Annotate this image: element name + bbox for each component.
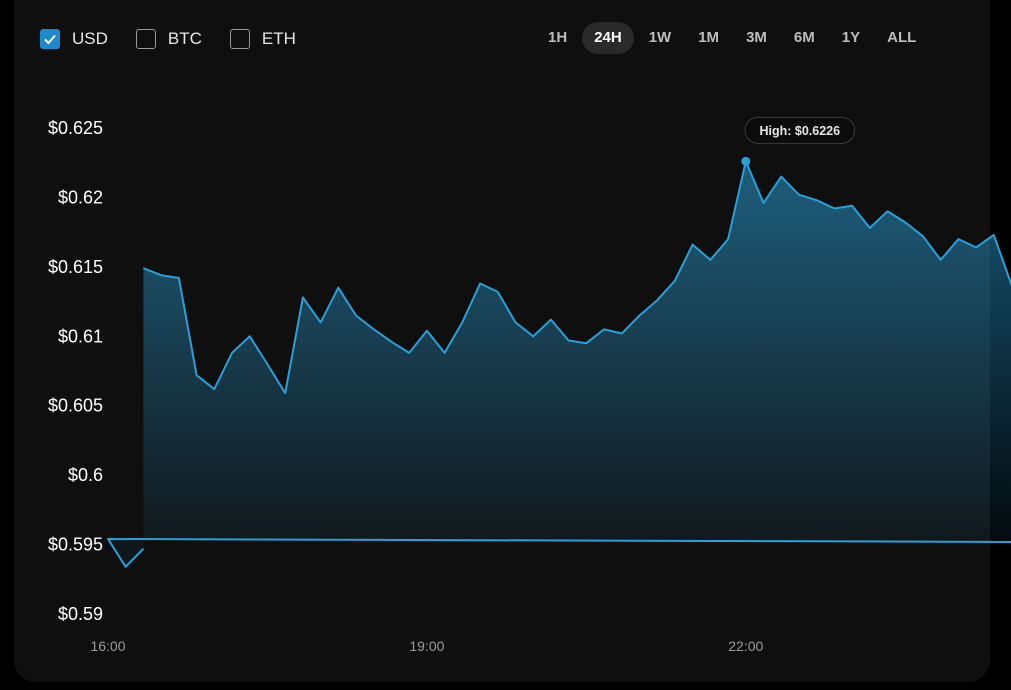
data-point bbox=[532, 335, 535, 338]
x-tick-label: 19:00 bbox=[409, 638, 444, 654]
y-tick-label: $0.61 bbox=[58, 326, 103, 346]
data-point bbox=[408, 351, 411, 354]
data-point bbox=[992, 233, 995, 236]
y-tick-label: $0.595 bbox=[48, 535, 103, 555]
data-point bbox=[479, 282, 482, 285]
data-point bbox=[815, 199, 818, 202]
x-axis: 19:0022:001:004:007:0010:0013:0016:00 bbox=[90, 638, 763, 654]
data-point bbox=[142, 547, 145, 550]
data-point bbox=[709, 258, 712, 261]
data-point bbox=[904, 221, 907, 224]
data-point bbox=[620, 332, 623, 335]
data-point bbox=[496, 290, 499, 293]
data-point bbox=[142, 267, 145, 270]
data-point bbox=[567, 339, 570, 342]
data-point bbox=[284, 392, 287, 395]
data-point bbox=[727, 238, 730, 241]
data-point bbox=[656, 299, 659, 302]
data-point bbox=[301, 296, 304, 299]
y-tick-label: $0.625 bbox=[48, 118, 103, 138]
data-point bbox=[868, 226, 871, 229]
data-point bbox=[160, 274, 163, 277]
high-marker: High: $0.6226 bbox=[741, 116, 856, 166]
x-tick-label: 16:00 bbox=[90, 638, 125, 654]
data-point bbox=[319, 321, 322, 324]
x-tick-label: 22:00 bbox=[728, 638, 763, 654]
data-point bbox=[691, 243, 694, 246]
y-tick-label: $0.615 bbox=[48, 257, 103, 277]
data-point bbox=[337, 286, 340, 289]
price-chart[interactable]: $0.625 $0.62 $0.615 $0.61 $0.605 $0.6 $0.595 $0… bbox=[0, 0, 1011, 690]
data-point bbox=[762, 201, 765, 204]
data-point bbox=[230, 351, 233, 354]
data-point bbox=[638, 314, 641, 317]
data-point bbox=[833, 207, 836, 210]
data-point bbox=[603, 328, 606, 331]
price-area bbox=[108, 161, 1011, 567]
data-point bbox=[549, 318, 552, 321]
data-point bbox=[266, 363, 269, 366]
data-point bbox=[195, 374, 198, 377]
data-point bbox=[939, 258, 942, 261]
data-point bbox=[372, 328, 375, 331]
data-point bbox=[851, 204, 854, 207]
data-point bbox=[975, 246, 978, 249]
data-point bbox=[443, 351, 446, 354]
data-point bbox=[780, 175, 783, 178]
y-tick-label: $0.59 bbox=[58, 604, 103, 624]
data-point bbox=[957, 238, 960, 241]
data-point bbox=[124, 565, 127, 568]
data-point bbox=[514, 321, 517, 324]
y-tick-label: $0.605 bbox=[48, 396, 103, 416]
data-point bbox=[213, 388, 216, 391]
data-point bbox=[354, 314, 357, 317]
data-point bbox=[461, 321, 464, 324]
data-point bbox=[390, 340, 393, 343]
data-point bbox=[585, 342, 588, 345]
data-point bbox=[797, 193, 800, 196]
high-marker-dot bbox=[741, 156, 751, 166]
data-point bbox=[673, 279, 676, 282]
data-point bbox=[921, 235, 924, 238]
y-tick-label: $0.6 bbox=[68, 465, 103, 485]
data-point bbox=[425, 329, 428, 332]
data-point bbox=[177, 276, 180, 279]
data-point bbox=[248, 335, 251, 338]
data-point bbox=[106, 537, 109, 540]
y-tick-label: $0.62 bbox=[58, 187, 103, 207]
data-point bbox=[886, 210, 889, 213]
y-axis: $0.625 $0.62 $0.615 $0.61 $0.605 $0.6 $0.595 $0… bbox=[48, 118, 103, 624]
high-marker-label: High: $0.6226 bbox=[760, 124, 841, 138]
